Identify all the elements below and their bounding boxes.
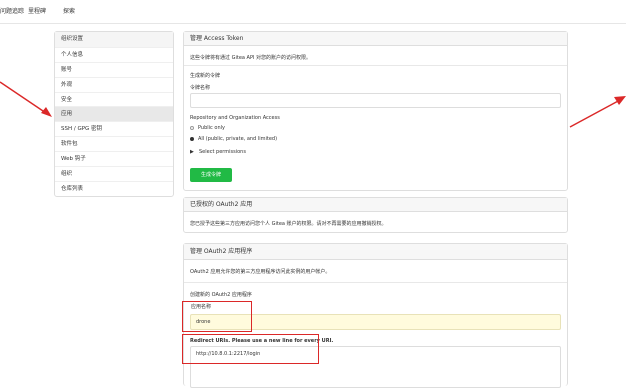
sidebar-item-webhooks[interactable]: Web 钩子: [55, 151, 173, 166]
settings-menu: 组织设置 个人信息 账号 外观 安全 应用 SSH / GPG 密钥 软件包 W…: [54, 31, 174, 197]
header-divider: [0, 23, 626, 24]
left-arrow-line: [0, 81, 47, 114]
divider: [184, 65, 567, 66]
oauth2-apps-description: OAuth2 应用允许您的第三方应用程序访问此实例的用户帐户。: [190, 269, 331, 275]
sidebar-item-security[interactable]: 安全: [55, 91, 173, 107]
token-name-input[interactable]: [190, 93, 561, 108]
generate-token-heading: 生成新的令牌: [190, 73, 221, 79]
sidebar-item-organizations[interactable]: 组织: [55, 166, 173, 181]
divider: [184, 282, 567, 283]
nav-explore[interactable]: 探索: [63, 6, 75, 15]
sidebar-item-packages[interactable]: 软件包: [55, 136, 173, 151]
expand-triangle-icon[interactable]: ▶: [190, 149, 194, 155]
token-name-label: 令牌名称: [190, 85, 211, 91]
right-arrow-head-icon: [614, 96, 626, 105]
authorized-apps-panel: 已授权的 OAuth2 应用 您已授予这些第三方应用访问您个人 Gitea 账户…: [183, 197, 568, 233]
nav-issues[interactable]: 问题追踪: [0, 6, 24, 15]
sidebar-item-ssh-gpg-keys[interactable]: SSH / GPG 密钥: [55, 121, 173, 136]
all-access-label: All (public, private, and limited): [198, 136, 278, 142]
sidebar-item-repositories[interactable]: 仓库列表: [55, 180, 173, 196]
sidebar-item-appearance[interactable]: 外观: [55, 76, 173, 92]
nav-milestones[interactable]: 里程碑: [28, 6, 46, 15]
sidebar-item-applications[interactable]: 应用: [55, 106, 173, 122]
sidebar-item-account[interactable]: 账号: [55, 61, 173, 77]
access-token-panel: 管理 Access Token 这些令牌将有通过 Gitea API 对您的账户…: [183, 31, 568, 191]
public-only-label: Public only: [198, 125, 225, 131]
highlight-redirect-uri-box: [182, 334, 319, 364]
create-oauth2-heading: 创建新的 OAuth2 应用程序: [190, 292, 252, 298]
access-token-description: 这些令牌将有通过 Gitea API 对您的账户的访问权限。: [190, 55, 312, 61]
left-arrow-head-icon: [41, 107, 52, 117]
top-navigation: 问题追踪 里程碑 探索: [0, 0, 626, 24]
generate-token-button[interactable]: 生成令牌: [190, 168, 232, 182]
settings-menu-header: 组织设置: [55, 32, 173, 47]
public-only-radio[interactable]: [190, 126, 194, 130]
highlight-app-name-box: [182, 301, 252, 332]
right-arrow-line: [569, 99, 621, 128]
select-permissions-toggle[interactable]: Select permissions: [199, 149, 246, 155]
authorized-apps-title: 已授权的 OAuth2 应用: [184, 198, 567, 212]
access-token-title: 管理 Access Token: [184, 32, 567, 46]
oauth2-apps-title: 管理 OAuth2 应用程序: [184, 244, 567, 260]
sidebar-item-profile[interactable]: 个人信息: [55, 46, 173, 62]
scope-heading: Repository and Organization Access: [190, 115, 280, 121]
authorized-apps-description: 您已授予这些第三方应用访问您个人 Gitea 账户的权限。请对不再需要的应用撤销…: [190, 221, 387, 227]
all-access-radio[interactable]: [190, 137, 194, 141]
